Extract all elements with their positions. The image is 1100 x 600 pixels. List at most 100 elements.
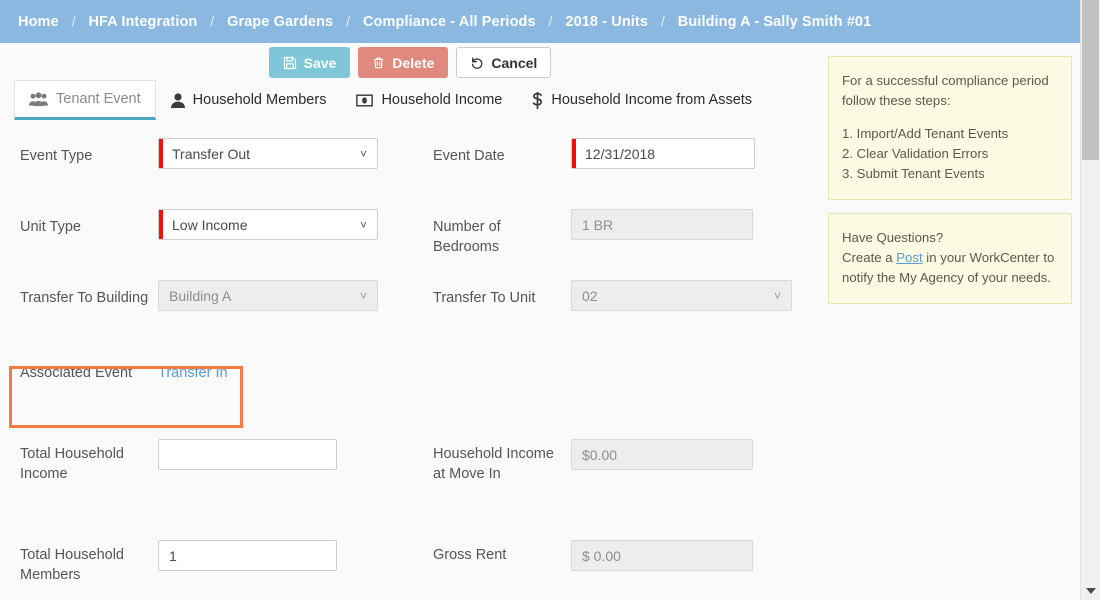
event-type-label: Event Type <box>20 148 93 164</box>
steps-panel-step-3: 3. Submit Tenant Events <box>842 166 985 181</box>
breadcrumb-item-home[interactable]: Home <box>18 14 59 30</box>
breadcrumb-item-2018-units[interactable]: 2018 - Units <box>565 14 648 30</box>
page-root: Home / HFA Integration / Grape Gardens /… <box>0 0 1100 600</box>
associated-event-label: Associated Event <box>20 365 133 381</box>
gross-rent-value: $ 0.00 <box>582 547 621 564</box>
total-household-income-input[interactable] <box>158 439 337 470</box>
total-household-members-control[interactable]: 1 <box>158 540 337 571</box>
questions-panel-heading: Have Questions? <box>842 230 944 245</box>
tab-tenant-event-label: Tenant Event <box>56 91 141 107</box>
unit-type-value: Low Income <box>172 216 248 233</box>
event-date-value: 12/31/2018 <box>585 145 656 162</box>
action-toolbar: Save Delete Cancel <box>0 47 820 78</box>
steps-panel-intro-line1: For a successful compliance period <box>842 73 1049 88</box>
event-type-value: Transfer Out <box>172 145 251 162</box>
total-household-income-control[interactable] <box>158 439 337 470</box>
compliance-steps-panel: For a successful compliance period follo… <box>828 56 1072 200</box>
number-of-bedrooms-input: 1 BR <box>571 209 753 240</box>
steps-list: 1. Import/Add Tenant Events 2. Clear Val… <box>842 124 1058 184</box>
steps-panel-intro-line2: follow these steps: <box>842 93 951 108</box>
chevron-down-icon[interactable] <box>1086 588 1096 594</box>
tab-tenant-event[interactable]: Tenant Event <box>14 80 156 120</box>
tab-household-income-from-assets[interactable]: Household Income from Assets <box>517 80 767 120</box>
number-of-bedrooms-control: 1 BR <box>571 209 753 240</box>
total-household-income-label: Total Household Income <box>20 446 124 482</box>
cancel-button[interactable]: Cancel <box>456 47 552 78</box>
number-of-bedrooms-label: Number of Bedrooms <box>433 219 501 255</box>
household-income-at-move-in-value: $0.00 <box>582 446 618 463</box>
household-income-at-move-in-control: $0.00 <box>571 439 753 470</box>
total-household-members-input[interactable]: 1 <box>158 540 337 571</box>
steps-panel-body: For a successful compliance period follo… <box>828 56 1072 200</box>
create-post-link[interactable]: Post <box>896 250 922 265</box>
questions-panel-text-before: Create a <box>842 250 897 265</box>
cancel-button-label: Cancel <box>491 54 538 71</box>
transfer-to-unit-value: 02 <box>582 287 598 304</box>
event-type-control[interactable]: Transfer Out ˅ <box>158 138 378 169</box>
form-row-unit: Unit Type Low Income ˅ Number of Bedroom… <box>0 197 820 268</box>
trash-icon <box>372 56 385 70</box>
scrollbar-thumb[interactable] <box>1082 0 1099 160</box>
steps-panel-step-1: 1. Import/Add Tenant Events <box>842 126 1009 141</box>
form-row-household-income: Total Household Income Household Income … <box>0 439 820 539</box>
breadcrumb-item-compliance-all-periods[interactable]: Compliance - All Periods <box>363 14 536 30</box>
form-row-transfer: Transfer To Building Building A ˅ Transf… <box>0 268 820 339</box>
tab-household-income[interactable]: Household Income <box>341 80 517 120</box>
breadcrumb-item-building-a-sally-smith[interactable]: Building A - Sally Smith #01 <box>678 14 871 30</box>
breadcrumb: Home / HFA Integration / Grape Gardens /… <box>0 0 1080 43</box>
transfer-to-building-value: Building A <box>169 287 232 304</box>
transfer-to-unit-control: 02 ˅ <box>571 280 792 311</box>
breadcrumb-separator: / <box>210 14 215 29</box>
vertical-scrollbar[interactable] <box>1080 0 1100 600</box>
delete-button[interactable]: Delete <box>358 47 449 78</box>
questions-panel-line2: Create a Post in your WorkCenter to <box>842 248 1058 268</box>
steps-panel-step-2: 2. Clear Validation Errors <box>842 146 989 161</box>
save-button-label: Save <box>303 54 337 71</box>
total-household-members-label: Total Household Members <box>20 547 124 583</box>
chevron-down-icon: ˅ <box>773 288 781 303</box>
save-button[interactable]: Save <box>268 47 351 78</box>
transfer-to-building-control: Building A ˅ <box>158 280 378 311</box>
form-row-household-members: Total Household Members 1 Gross Rent $ 0… <box>0 539 820 600</box>
questions-panel-text-after: notify the My Agency of your needs. <box>842 270 1051 285</box>
breadcrumb-item-hfa-integration[interactable]: HFA Integration <box>88 14 197 30</box>
transfer-to-building-select: Building A ˅ <box>158 280 378 311</box>
user-icon <box>170 92 185 108</box>
event-date-input[interactable]: 12/31/2018 <box>571 138 755 169</box>
chevron-down-icon: ˅ <box>359 288 367 303</box>
household-income-at-move-in-input: $0.00 <box>571 439 753 470</box>
tenant-event-form: Event Type Transfer Out ˅ Event Date 12/… <box>0 126 820 600</box>
breadcrumb-separator: / <box>548 14 553 29</box>
total-household-members-value: 1 <box>169 547 177 564</box>
questions-panel-body: Have Questions? Create a Post in your Wo… <box>828 213 1072 304</box>
breadcrumb-separator: / <box>71 14 76 29</box>
chevron-down-icon: ˅ <box>359 217 367 232</box>
unit-type-label: Unit Type <box>20 219 81 235</box>
transfer-to-building-label: Transfer To Building <box>20 290 149 306</box>
floppy-disk-icon <box>283 56 297 70</box>
unit-type-select[interactable]: Low Income ˅ <box>158 209 378 240</box>
money-bill-icon <box>356 94 374 107</box>
tab-household-income-label: Household Income <box>381 92 503 108</box>
unit-type-control[interactable]: Low Income ˅ <box>158 209 378 240</box>
event-date-control[interactable]: 12/31/2018 <box>571 138 755 169</box>
event-type-select[interactable]: Transfer Out ˅ <box>158 138 378 169</box>
tab-household-income-from-assets-label: Household Income from Assets <box>551 92 753 108</box>
transfer-to-unit-label: Transfer To Unit <box>433 290 536 306</box>
breadcrumb-separator: / <box>661 14 665 29</box>
gross-rent-label: Gross Rent <box>433 547 507 563</box>
number-of-bedrooms-value: 1 BR <box>582 216 614 233</box>
associated-event-link[interactable]: Transfer In <box>158 365 228 381</box>
tab-household-members-label: Household Members <box>192 92 327 108</box>
transfer-to-unit-select: 02 ˅ <box>571 280 792 311</box>
breadcrumb-item-grape-gardens[interactable]: Grape Gardens <box>227 14 333 30</box>
questions-panel-text-middle: in your WorkCenter to <box>922 250 1055 265</box>
form-row-event: Event Type Transfer Out ˅ Event Date 12/… <box>0 126 820 197</box>
gross-rent-control: $ 0.00 <box>571 540 753 571</box>
associated-event-control[interactable]: Transfer In <box>158 363 228 383</box>
tab-household-members[interactable]: Household Members <box>156 80 342 120</box>
delete-button-label: Delete <box>392 54 435 71</box>
household-income-at-move-in-label: Household Income at Move In <box>433 446 554 482</box>
chevron-down-icon: ˅ <box>359 146 367 161</box>
tab-bar: Tenant Event Household Members Household… <box>0 80 820 120</box>
